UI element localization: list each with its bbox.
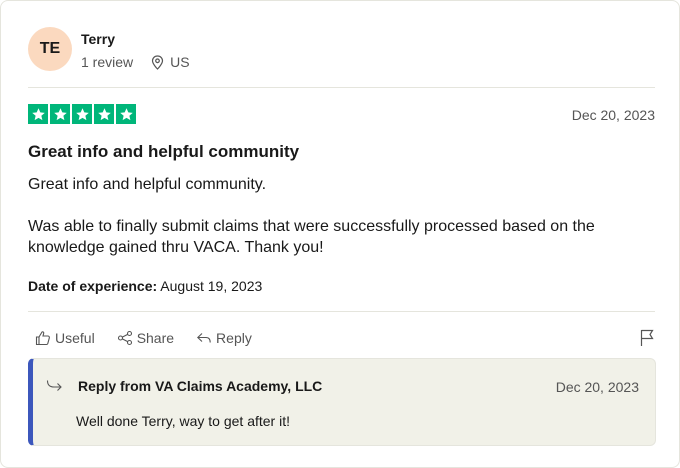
review-card: TE Terry 1 review US Dec 20, 2023 Great …: [0, 0, 680, 468]
share-icon: [117, 330, 132, 346]
location-pin-icon: [152, 54, 164, 70]
useful-label: Useful: [55, 330, 95, 346]
flag-icon: [640, 329, 654, 346]
avatar[interactable]: TE: [28, 27, 72, 71]
experience-label: Date of experience:: [28, 278, 158, 294]
star-icon: [116, 104, 136, 124]
reviewer-name[interactable]: Terry: [81, 30, 190, 48]
company-reply-title: Reply from VA Claims Academy, LLC: [78, 378, 323, 394]
review-title[interactable]: Great info and helpful community: [28, 142, 299, 162]
star-rating: [28, 104, 136, 124]
reviewer-meta: 1 review US: [81, 54, 190, 70]
review-body: Great info and helpful community. Was ab…: [28, 174, 648, 258]
review-paragraph: Great info and helpful community.: [28, 176, 267, 193]
reply-arrow-icon: [197, 333, 211, 343]
report-flag-button[interactable]: [639, 329, 655, 352]
header-divider: [28, 87, 655, 88]
review-count: 1 review: [81, 54, 134, 70]
share-label: Share: [136, 330, 175, 346]
share-button[interactable]: Share: [117, 330, 174, 346]
company-reply-header: Reply from VA Claims Academy, LLC: [46, 378, 322, 394]
reviewer-info: Terry 1 review US: [81, 30, 190, 70]
thumbs-up-icon: [35, 331, 50, 346]
company-reply-date: Dec 20, 2023: [555, 379, 639, 395]
star-icon: [50, 104, 70, 124]
country-label: US: [170, 54, 190, 70]
reviewer-location: US: [151, 54, 190, 70]
useful-button[interactable]: Useful: [35, 330, 95, 346]
reviewer-header: TE Terry 1 review US: [28, 27, 190, 71]
actions-divider: [28, 311, 655, 312]
company-reply: Reply from VA Claims Academy, LLC Dec 20…: [28, 358, 656, 446]
reply-button[interactable]: Reply: [196, 330, 252, 346]
review-actions: Useful Share Reply: [35, 330, 274, 346]
star-icon: [94, 104, 114, 124]
date-of-experience: Date of experience: August 19, 2023: [28, 278, 262, 294]
experience-date: August 19, 2023: [160, 278, 263, 294]
company-reply-text: Well done Terry, way to get after it!: [76, 413, 290, 429]
reply-label: Reply: [216, 330, 252, 346]
reply-arrow-icon: [46, 380, 62, 391]
star-icon: [72, 104, 92, 124]
review-date: Dec 20, 2023: [571, 107, 655, 123]
star-icon: [28, 104, 48, 124]
review-paragraph: Was able to finally submit claims that w…: [28, 218, 595, 256]
